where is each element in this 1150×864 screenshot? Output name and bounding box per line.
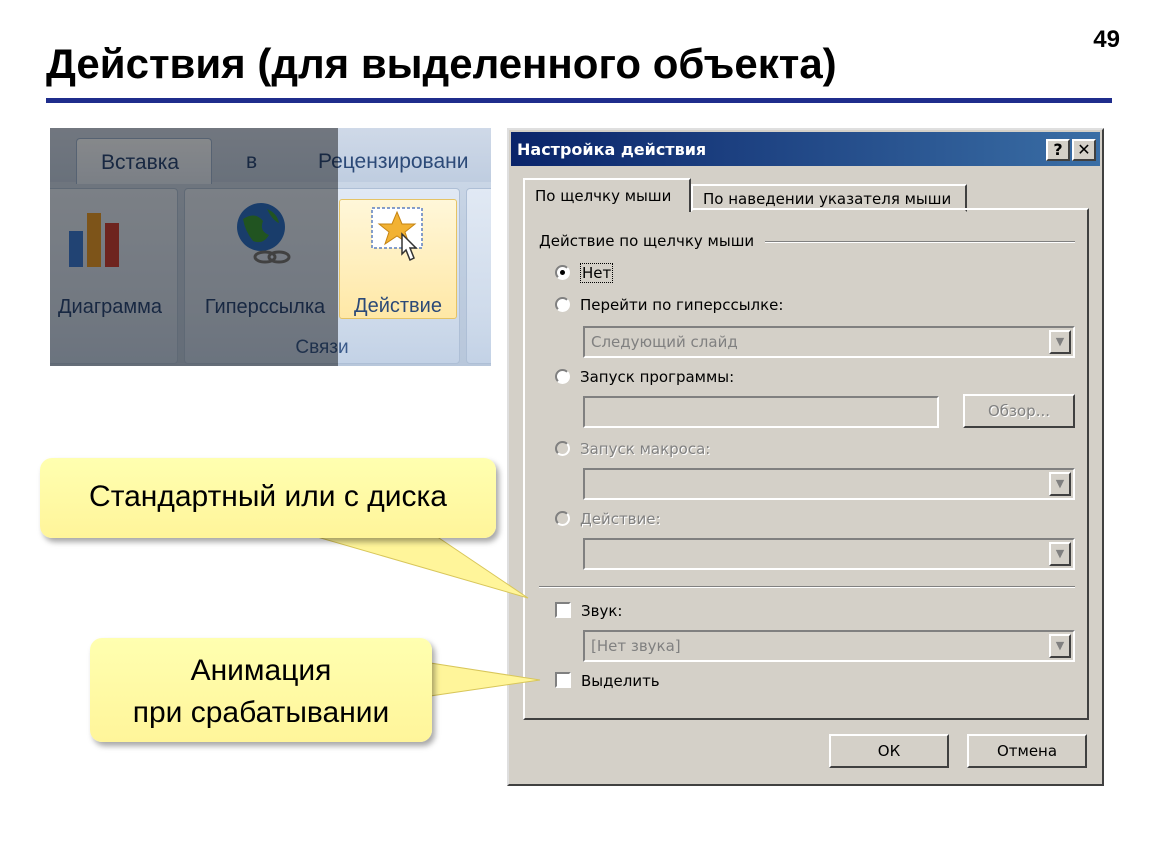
- macro-select[interactable]: ▼: [583, 468, 1075, 500]
- section-divider: [539, 586, 1075, 588]
- group-divider: [765, 241, 1075, 243]
- highlight-option[interactable]: Выделить: [555, 672, 660, 690]
- action-label: Действие: [354, 295, 442, 317]
- object-action-select[interactable]: ▼: [583, 538, 1075, 570]
- close-button[interactable]: ✕: [1072, 139, 1096, 161]
- sound-checkbox[interactable]: [555, 602, 571, 618]
- action-button[interactable]: Действие: [339, 199, 457, 319]
- option-run-program-label: Запуск программы:: [580, 368, 735, 386]
- sound-select-value: [Нет звука]: [591, 637, 681, 655]
- dialog-titlebar[interactable]: Настройка действия ? ✕: [511, 132, 1100, 166]
- ok-button[interactable]: ОК: [829, 734, 949, 768]
- option-object-action-label: Действие:: [580, 510, 661, 528]
- dropdown-arrow-icon[interactable]: ▼: [1049, 634, 1071, 658]
- dropdown-arrow-icon[interactable]: ▼: [1049, 472, 1071, 496]
- option-hyperlink-label: Перейти по гиперссылке:: [580, 296, 784, 314]
- group-title: Действие по щелчку мыши: [539, 232, 761, 250]
- callout-sound: Стандартный или с диска: [40, 458, 496, 538]
- radio-object-action[interactable]: [555, 511, 570, 526]
- dropdown-arrow-icon[interactable]: ▼: [1049, 330, 1071, 354]
- callout-highlight-line2: при срабатывании: [132, 696, 390, 729]
- action-settings-dialog: Настройка действия ? ✕ По щелчку мыши По…: [507, 128, 1104, 786]
- radio-run-program[interactable]: [555, 369, 570, 384]
- browse-button[interactable]: Обзор...: [963, 394, 1075, 428]
- help-button[interactable]: ?: [1046, 139, 1070, 161]
- highlight-checkbox[interactable]: [555, 672, 571, 688]
- option-run-program[interactable]: Запуск программы:: [555, 368, 734, 386]
- option-object-action[interactable]: Действие:: [555, 510, 661, 528]
- option-none[interactable]: Нет: [555, 263, 614, 283]
- group-partial: [466, 188, 491, 364]
- callout-sound-text: Стандартный или с диска: [89, 480, 447, 513]
- dropdown-arrow-icon[interactable]: ▼: [1049, 542, 1071, 566]
- sound-option[interactable]: Звук:: [555, 602, 622, 620]
- tab-panel-on-click: Действие по щелчку мыши Нет Перейти по г…: [523, 208, 1089, 720]
- option-none-label: Нет: [580, 263, 614, 283]
- highlight-label: Выделить: [581, 672, 660, 690]
- radio-hyperlink[interactable]: [555, 297, 570, 312]
- program-path-field[interactable]: [583, 396, 939, 428]
- callout-highlight-line1: Анимация: [190, 654, 332, 687]
- slide-title: Действия (для выделенного объекта): [46, 40, 837, 87]
- sound-select[interactable]: [Нет звука] ▼: [583, 630, 1075, 662]
- radio-run-macro[interactable]: [555, 441, 570, 456]
- option-run-macro[interactable]: Запуск макроса:: [555, 440, 710, 458]
- hyperlink-select[interactable]: Следующий слайд ▼: [583, 326, 1075, 358]
- action-star-icon: [371, 207, 423, 262]
- dialog-title: Настройка действия: [517, 140, 707, 159]
- hyperlink-select-value: Следующий слайд: [591, 333, 738, 351]
- callout-highlight: Анимация при срабатывании: [90, 638, 432, 742]
- option-hyperlink[interactable]: Перейти по гиперссылке:: [555, 296, 783, 314]
- sound-label: Звук:: [581, 602, 623, 620]
- option-run-macro-label: Запуск макроса:: [580, 440, 711, 458]
- tab-review[interactable]: Рецензировани: [318, 150, 468, 174]
- cancel-button[interactable]: Отмена: [967, 734, 1087, 768]
- radio-none[interactable]: [555, 265, 570, 280]
- title-divider: [46, 98, 1112, 103]
- tab-on-click[interactable]: По щелчку мыши: [523, 178, 691, 212]
- ribbon-screenshot: Вставка в Рецензировани Диаграмма Гиперс…: [50, 128, 491, 366]
- slide-number: 49: [1093, 26, 1120, 53]
- ribbon-dim-overlay: [50, 128, 338, 366]
